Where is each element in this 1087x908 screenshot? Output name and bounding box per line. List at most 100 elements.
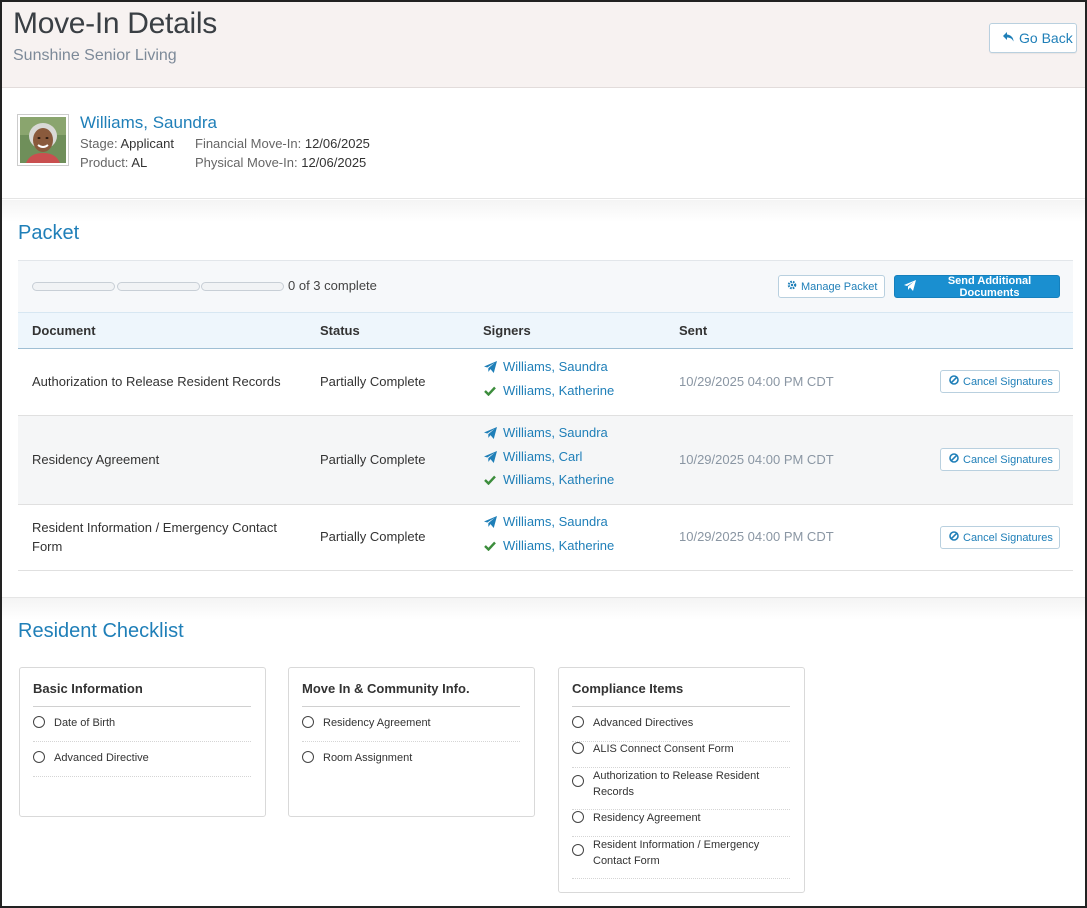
signer-name: Williams, Saundra [503, 359, 608, 374]
resident-checklist-title: Resident Checklist [18, 620, 184, 642]
document-status: Partially Complete [320, 529, 426, 544]
item-divider [302, 741, 520, 742]
radio-circle-icon[interactable] [302, 751, 314, 763]
physical-move-in-value: 12/06/2025 [301, 155, 367, 170]
packet-title: Packet [18, 222, 80, 244]
checklist-item[interactable]: Residency Agreement [572, 810, 701, 826]
signer-link[interactable]: Williams, Katherine [483, 383, 614, 398]
item-divider [33, 741, 251, 742]
progress-segment [117, 282, 200, 291]
signer-link[interactable]: Williams, Saundra [483, 514, 608, 529]
card-divider [33, 706, 251, 707]
reply-arrow-icon [1002, 30, 1015, 46]
column-header-sent: Sent [679, 323, 708, 338]
checklist-card-title: Compliance Items [572, 681, 684, 696]
ban-icon [949, 375, 959, 388]
radio-circle-icon[interactable] [33, 751, 45, 763]
stage-value: Applicant [120, 136, 174, 151]
checklist-item-label: Resident Information / Emergency Contact… [593, 839, 760, 867]
sent-date: 10/29/2025 04:00 PM CDT [679, 452, 834, 467]
checklist-item-label: Authorization to Release Resident Record… [593, 770, 760, 798]
sent-date: 10/29/2025 04:00 PM CDT [679, 529, 834, 544]
check-icon [483, 384, 497, 398]
manage-packet-button[interactable]: Manage Packet [778, 275, 885, 298]
app-frame: Move-In Details Sunshine Senior Living G… [0, 0, 1087, 908]
cancel-signatures-button[interactable]: Cancel Signatures [940, 526, 1060, 549]
financial-move-in-value: 12/06/2025 [304, 136, 370, 151]
avatar [17, 114, 69, 166]
table-row: Authorization to Release Resident Record… [18, 349, 1073, 416]
signer-link[interactable]: Williams, Katherine [483, 538, 614, 553]
signer-link[interactable]: Williams, Saundra [483, 425, 608, 440]
send-additional-documents-button[interactable]: Send Additional Documents [894, 274, 1060, 299]
checklist-item[interactable]: Room Assignment [302, 750, 412, 766]
resident-name-link[interactable]: Williams, Saundra [80, 113, 217, 133]
product-label: Product: [80, 155, 129, 170]
signer-name: Williams, Carl [503, 449, 583, 464]
radio-circle-icon[interactable] [572, 742, 584, 754]
radio-circle-icon[interactable] [302, 716, 314, 728]
signer-name: Williams, Katherine [503, 538, 615, 553]
checklist-item-label: Room Assignment [323, 752, 413, 764]
cancel-signatures-label: Cancel Signatures [963, 375, 1053, 388]
paper-plane-icon [483, 515, 497, 529]
checklist-item[interactable]: ALIS Connect Consent Form [572, 741, 734, 757]
checklist-item-label: Advanced Directives [593, 717, 694, 729]
physical-move-in-label: Physical Move-In: [195, 155, 298, 170]
checklist-item-label: Residency Agreement [323, 717, 431, 729]
checklist-item-label: ALIS Connect Consent Form [593, 743, 734, 755]
document-status: Partially Complete [320, 452, 426, 467]
document-status: Partially Complete [320, 374, 426, 389]
checklist-item[interactable]: Resident Information / Emergency Contact… [572, 837, 772, 869]
checklist-card-title: Basic Information [33, 681, 143, 696]
checklist-item[interactable]: Date of Birth [33, 715, 115, 731]
product-value: AL [131, 155, 148, 170]
cancel-signatures-label: Cancel Signatures [963, 531, 1053, 544]
checklist-card-title: Move In & Community Info. [302, 681, 470, 696]
stage-field: Stage: Applicant [80, 136, 174, 151]
progress-segment [32, 282, 115, 291]
document-name: Resident Information / Emergency Contact… [32, 520, 277, 554]
gear-icon [787, 280, 797, 293]
checklist-card-compliance-items: Compliance Items Advanced Directives ALI… [558, 667, 805, 893]
checklist-item[interactable]: Advanced Directive [33, 750, 149, 766]
item-divider [33, 776, 251, 777]
page-title: Move-In Details [13, 7, 217, 40]
radio-circle-icon[interactable] [572, 775, 584, 787]
table-row: Residency Agreement Partially Complete W… [18, 416, 1073, 505]
send-additional-documents-label: Send Additional Documents [947, 274, 1032, 299]
signer-name: Williams, Saundra [503, 514, 608, 529]
checklist-item-label: Residency Agreement [593, 812, 701, 824]
signer-name: Williams, Katherine [503, 383, 615, 398]
progress-text: 0 of 3 complete [288, 278, 377, 293]
section-shade [2, 598, 1085, 620]
signer-link[interactable]: Williams, Saundra [483, 359, 608, 374]
signer-link[interactable]: Williams, Katherine [483, 472, 614, 487]
radio-circle-icon[interactable] [33, 716, 45, 728]
go-back-button[interactable]: Go Back [989, 23, 1077, 53]
column-header-document: Document [32, 323, 96, 338]
cancel-signatures-button[interactable]: Cancel Signatures [940, 448, 1060, 471]
packet-toolbar: 0 of 3 complete Manage Packet Send Addit… [18, 260, 1073, 312]
radio-circle-icon[interactable] [572, 844, 584, 856]
card-divider [572, 706, 790, 707]
radio-circle-icon[interactable] [572, 716, 584, 728]
manage-packet-label: Manage Packet [801, 280, 878, 293]
paper-plane-icon [483, 426, 497, 440]
cancel-signatures-button[interactable]: Cancel Signatures [940, 370, 1060, 393]
checklist-card-move-in-community: Move In & Community Info. Residency Agre… [288, 667, 535, 817]
document-name: Residency Agreement [32, 452, 160, 467]
checklist-item-label: Date of Birth [54, 717, 116, 729]
paper-plane-icon [483, 360, 497, 374]
section-shade [2, 200, 1085, 222]
checklist-item[interactable]: Residency Agreement [302, 715, 431, 731]
item-divider [572, 878, 790, 879]
paper-plane-icon [483, 450, 497, 464]
resident-card: Williams, Saundra Stage: Applicant Produ… [2, 89, 1085, 199]
check-icon [483, 539, 497, 553]
signer-link[interactable]: Williams, Carl [483, 449, 582, 464]
radio-circle-icon[interactable] [572, 811, 584, 823]
checklist-item[interactable]: Authorization to Release Resident Record… [572, 768, 772, 800]
checklist-item[interactable]: Advanced Directives [572, 715, 693, 731]
card-divider [302, 706, 520, 707]
